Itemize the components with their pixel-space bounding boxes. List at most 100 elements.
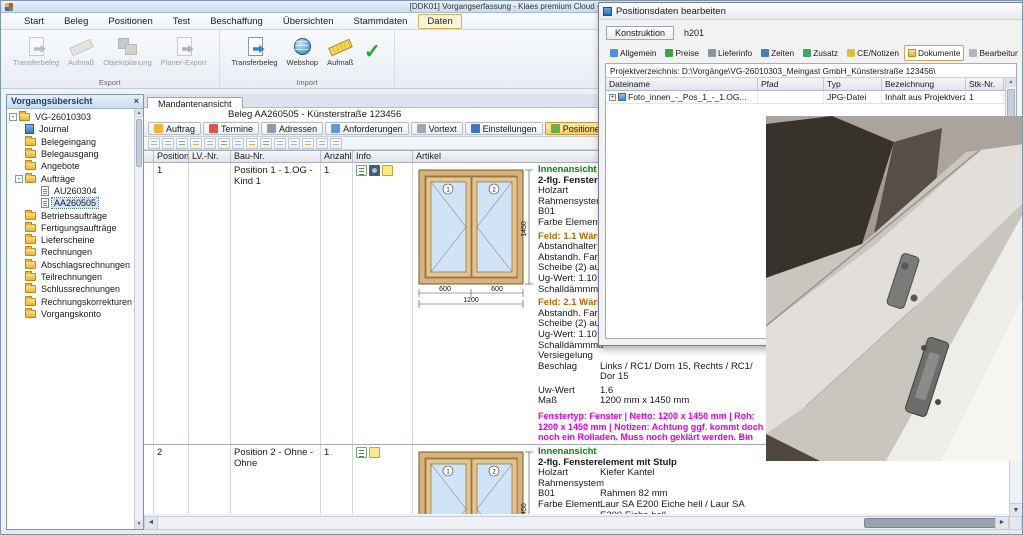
scroll-left-icon[interactable]: ◄ [145, 517, 158, 529]
dialog-tab-allgemein[interactable]: Allgemein [606, 45, 660, 61]
tool-icon-12[interactable] [302, 138, 314, 149]
camera-icon[interactable] [369, 165, 380, 176]
menu-item-start[interactable]: Start [15, 14, 53, 29]
toolbar-button-adressen[interactable]: Adressen [261, 122, 323, 135]
menu-item-beschaffung[interactable]: Beschaffung [201, 14, 272, 29]
tree-item-belegeingang[interactable]: Belegeingang [7, 136, 134, 148]
tree-item-aufträge[interactable]: -Aufträge [7, 172, 134, 184]
menu-item-positionen[interactable]: Positionen [99, 14, 161, 29]
position-number: 1 [154, 163, 189, 444]
tree-item-angebote[interactable]: Angebote [7, 160, 134, 172]
tool-icon-1[interactable] [148, 138, 160, 149]
dialog-tab-ce-notizen[interactable]: CE/Notizen [843, 45, 903, 61]
folder-icon [25, 298, 36, 306]
tree-item-rechnungen[interactable]: Rechnungen [7, 246, 134, 258]
ribbon-button-webshop[interactable]: Webshop [285, 34, 321, 69]
tree-item-journal[interactable]: Journal [7, 123, 134, 135]
tool-icon-6[interactable] [218, 138, 230, 149]
hscroll-thumb[interactable] [864, 518, 998, 528]
toolbar-button-vortext[interactable]: Vortext [411, 122, 463, 135]
tool-icon-11[interactable] [288, 138, 300, 149]
tree-item-rechnungskorrekturen[interactable]: Rechnungskorrekturen [7, 295, 134, 307]
note-icon[interactable] [382, 165, 393, 176]
tool-icon-5[interactable] [204, 138, 216, 149]
scroll-down-icon[interactable]: ▼ [135, 520, 143, 529]
tool-icon-7[interactable] [232, 138, 244, 149]
tree-item-vorgangskonto[interactable]: Vorgangskonto [7, 308, 134, 320]
column-selector [144, 151, 154, 162]
list-icon[interactable] [356, 165, 367, 176]
column-position[interactable]: Position [154, 151, 189, 162]
scroll-down-icon[interactable]: ▼ [1010, 503, 1022, 516]
toolbar-button-anforderungen[interactable]: Anforderungen [325, 122, 409, 135]
menu-item-beleg[interactable]: Beleg [55, 14, 97, 29]
tree-item-betriebsaufträge[interactable]: Betriebsaufträge [7, 209, 134, 221]
dialog-tab-zeiten[interactable]: Zeiten [757, 45, 798, 61]
photo-preview[interactable] [766, 116, 1023, 461]
column-info[interactable]: Info [353, 151, 413, 162]
tree-item-lieferscheine[interactable]: Lieferscheine [7, 234, 134, 246]
tree-item-aa260505[interactable]: AA260505 [7, 197, 134, 209]
dialog-tab-dokumente[interactable]: Dokumente [904, 45, 964, 61]
file-row[interactable]: +Foto_innen_-_Pos_1_-_1.OG...JPG-DateiIn… [606, 91, 1016, 104]
files-column-bezeichnung[interactable]: Bezeichnung [882, 78, 966, 90]
files-column-typ[interactable]: Typ [824, 78, 882, 90]
files-column-dateiname[interactable]: Dateiname [606, 78, 758, 90]
termine-icon [209, 124, 218, 133]
bau-nr: Position 2 - Ohne - Ohne [231, 445, 321, 514]
sidebar-panel: Vorgangsübersicht × -VG-26010303JournalB… [6, 94, 144, 530]
konstruktion-button[interactable]: Konstruktion [606, 26, 674, 40]
menu-item-daten[interactable]: Daten [418, 14, 461, 29]
toolbar-button-termine[interactable]: Termine [203, 122, 259, 135]
scroll-up-icon[interactable]: ▲ [1006, 78, 1016, 87]
tree-scrollbar[interactable]: ▲ ▼ [134, 109, 143, 529]
tree-item-schlussrechnungen[interactable]: Schlussrechnungen [7, 283, 134, 295]
tree-scroll-thumb[interactable] [136, 119, 142, 167]
files-column-stk-nr[interactable]: Stk-Nr. [966, 78, 1004, 90]
tree-expander-icon[interactable]: - [9, 113, 17, 121]
panel-close-icon[interactable]: × [134, 96, 139, 107]
ribbon-button-aufmaß[interactable]: Aufmaß [325, 34, 355, 69]
green-check-icon[interactable]: ✓ [360, 40, 384, 66]
ribbon-button-transferbeleg[interactable]: Transferbeleg [230, 34, 280, 69]
file-type: JPG-Datei [827, 92, 866, 102]
dialog-tab-lieferinfo[interactable]: Lieferinfo [704, 45, 756, 61]
tree-item-abschlagsrechnungen[interactable]: Abschlagsrechnungen [7, 259, 134, 271]
tool-icon-2[interactable] [162, 138, 174, 149]
menu-item-stammdaten[interactable]: Stammdaten [345, 14, 417, 29]
menu-item-übersichten[interactable]: Übersichten [274, 14, 343, 29]
tree-item-vg-26010303[interactable]: -VG-26010303 [7, 111, 134, 123]
dialog-tab-zusatz[interactable]: Zusatz [799, 45, 842, 61]
tree-item-belegausgang[interactable]: Belegausgang [7, 148, 134, 160]
column-anzahl[interactable]: Anzahl [321, 151, 353, 162]
tool-icon-4[interactable] [190, 138, 202, 149]
horizontal-scrollbar[interactable]: ◄ ► [144, 516, 1009, 530]
row-selector[interactable] [144, 445, 154, 514]
tool-icon-14[interactable] [330, 138, 342, 149]
menu-item-test[interactable]: Test [164, 14, 199, 29]
files-column-pfad[interactable]: Pfad [758, 78, 824, 90]
dialog-tab-bearbeitungsanweisunge[interactable]: Bearbeitungsanweisunge... [965, 45, 1018, 61]
tool-icon-9[interactable] [260, 138, 272, 149]
tree-item-teilrechnungen[interactable]: Teilrechnungen [7, 271, 134, 283]
tool-icon-8[interactable] [246, 138, 258, 149]
dialog-tab-preise[interactable]: Preise [661, 45, 703, 61]
tool-icon-3[interactable] [176, 138, 188, 149]
toolbar-button-einstellungen[interactable]: Einstellungen [465, 122, 543, 135]
column-lv-nr[interactable]: LV.-Nr. [189, 151, 231, 162]
column-bau-nr[interactable]: Bau-Nr. [231, 151, 321, 162]
expand-row-icon[interactable]: + [609, 94, 616, 101]
row-selector[interactable] [144, 163, 154, 444]
dialog-title-bar[interactable]: Positionsdaten bearbeiten [599, 3, 1023, 20]
tree-expander-icon[interactable]: - [15, 175, 23, 183]
scroll-right-icon[interactable]: ► [995, 517, 1008, 529]
tree-item-fertigungsaufträge[interactable]: Fertigungsaufträge [7, 222, 134, 234]
list-icon[interactable] [356, 447, 367, 458]
note-icon[interactable] [369, 447, 380, 458]
tool-icon-10[interactable] [274, 138, 286, 149]
artikel-line: Innenansicht [538, 447, 766, 458]
toolbar-button-auftrag[interactable]: Auftrag [148, 122, 201, 135]
tree-item-au260304[interactable]: AU260304 [7, 185, 134, 197]
tool-icon-13[interactable] [316, 138, 328, 149]
scroll-up-icon[interactable]: ▲ [135, 109, 143, 118]
